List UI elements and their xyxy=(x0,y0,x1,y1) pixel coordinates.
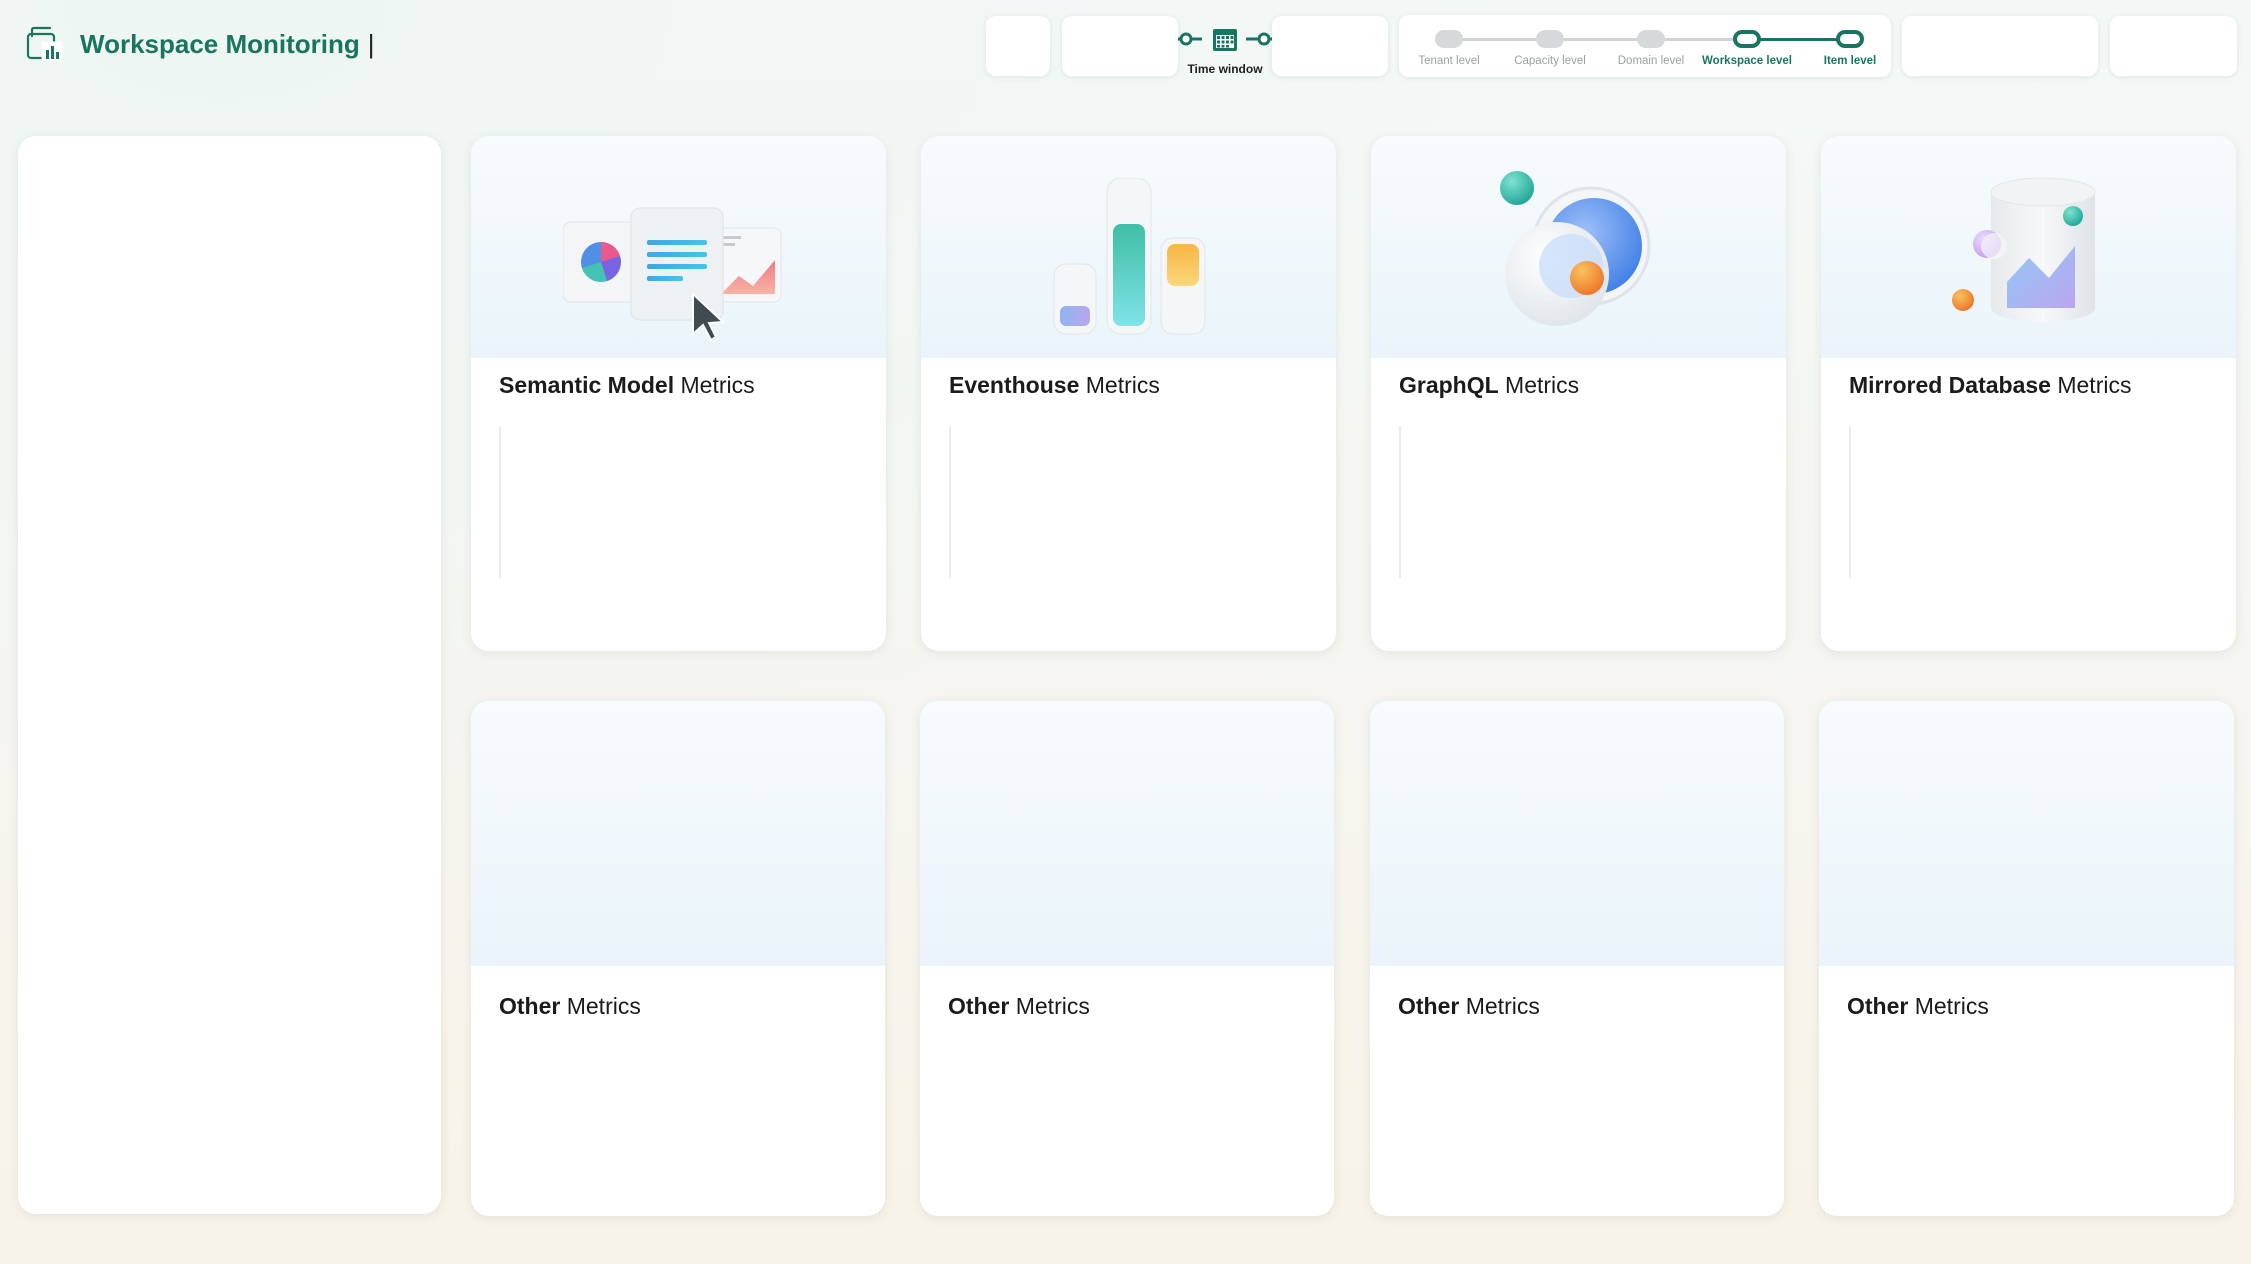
card-title-bold: Other xyxy=(1847,993,1909,1019)
time-window-label: Time window xyxy=(1187,62,1263,76)
card-illustration-area xyxy=(920,701,1334,966)
level-label-item[interactable]: Item level xyxy=(1805,55,1895,67)
card-illustration-area xyxy=(921,136,1336,358)
calendar-icon[interactable] xyxy=(1212,26,1238,52)
card-title-rest: Metrics xyxy=(560,993,641,1019)
level-node-item[interactable] xyxy=(1836,30,1864,48)
card-title-bold: Other xyxy=(499,993,561,1019)
card-title-rest: Metrics xyxy=(1459,993,1540,1019)
card-illustration-area xyxy=(1819,701,2234,966)
card-title-rest: Metrics xyxy=(1009,993,1090,1019)
level-label-tenant[interactable]: Tenant level xyxy=(1404,55,1494,67)
card-divider xyxy=(1849,426,1851,578)
report-documents-icon xyxy=(562,202,803,347)
other-metrics-card-1[interactable]: Other Metrics xyxy=(471,701,885,1216)
card-divider xyxy=(499,426,501,578)
level-node-tenant[interactable] xyxy=(1435,30,1463,48)
card-illustration-area xyxy=(1370,701,1784,966)
card-title: GraphQL Metrics xyxy=(1399,372,1579,399)
level-label-workspace[interactable]: Workspace level xyxy=(1702,55,1792,67)
card-divider xyxy=(1399,426,1401,578)
level-stepper: Tenant level Capacity level Domain level… xyxy=(1399,15,1891,77)
card-illustration-area xyxy=(1821,136,2236,358)
card-title-rest: Metrics xyxy=(1079,372,1160,398)
page-title: Workspace Monitoring | xyxy=(80,26,375,62)
semantic-model-metrics-card[interactable]: Semantic Model Metrics xyxy=(471,136,886,651)
sidebar-panel xyxy=(18,136,441,1214)
card-illustration-area xyxy=(471,701,885,966)
level-node-domain[interactable] xyxy=(1637,30,1665,48)
card-title: Other Metrics xyxy=(1847,993,1989,1020)
card-title: Other Metrics xyxy=(948,993,1090,1020)
card-title-bold: Mirrored Database xyxy=(1849,372,2051,398)
other-metrics-card-2[interactable]: Other Metrics xyxy=(920,701,1334,1216)
eventhouse-metrics-card[interactable]: Eventhouse Metrics xyxy=(921,136,1336,651)
header-button-2[interactable] xyxy=(1902,16,2098,76)
card-title-bold: Semantic Model xyxy=(499,372,675,398)
level-label-capacity[interactable]: Capacity level xyxy=(1505,55,1595,67)
card-title: Semantic Model Metrics xyxy=(499,372,755,399)
card-title-bold: Other xyxy=(1398,993,1460,1019)
card-title-rest: Metrics xyxy=(1498,372,1580,398)
time-window-end-field[interactable] xyxy=(1272,16,1388,76)
stepper-line xyxy=(1449,38,1743,41)
report-workspace-icon xyxy=(26,26,64,62)
card-title-bold: Eventhouse xyxy=(949,372,1080,398)
card-illustration-area xyxy=(471,136,886,358)
card-title-rest: Metrics xyxy=(1908,993,1989,1019)
database-chart-icon xyxy=(1951,170,2121,345)
card-illustration-area xyxy=(1371,136,1786,358)
bar-columns-icon xyxy=(1051,177,1211,343)
spheres-icon xyxy=(1491,166,1671,341)
card-title: Eventhouse Metrics xyxy=(949,372,1160,399)
card-title-bold: GraphQL xyxy=(1399,372,1499,398)
card-title-rest: Metrics xyxy=(674,372,755,398)
header-button-3[interactable] xyxy=(2110,16,2237,76)
filter-button-1[interactable] xyxy=(986,16,1050,76)
page-title-text: Workspace Monitoring xyxy=(80,29,360,59)
mirrored-database-metrics-card[interactable]: Mirrored Database Metrics xyxy=(1821,136,2236,651)
card-title: Other Metrics xyxy=(1398,993,1540,1020)
level-node-capacity[interactable] xyxy=(1536,30,1564,48)
other-metrics-card-4[interactable]: Other Metrics xyxy=(1819,701,2234,1216)
card-title: Other Metrics xyxy=(499,993,641,1020)
graphql-metrics-card[interactable]: GraphQL Metrics xyxy=(1371,136,1786,651)
time-window-start-field[interactable] xyxy=(1062,16,1178,76)
card-title-rest: Metrics xyxy=(2050,372,2132,398)
level-label-domain[interactable]: Domain level xyxy=(1606,55,1696,67)
card-divider xyxy=(949,426,951,578)
card-title-bold: Other xyxy=(948,993,1010,1019)
other-metrics-card-3[interactable]: Other Metrics xyxy=(1370,701,1784,1216)
card-title: Mirrored Database Metrics xyxy=(1849,372,2131,399)
level-node-workspace[interactable] xyxy=(1733,30,1761,48)
text-cursor: | xyxy=(367,29,375,59)
